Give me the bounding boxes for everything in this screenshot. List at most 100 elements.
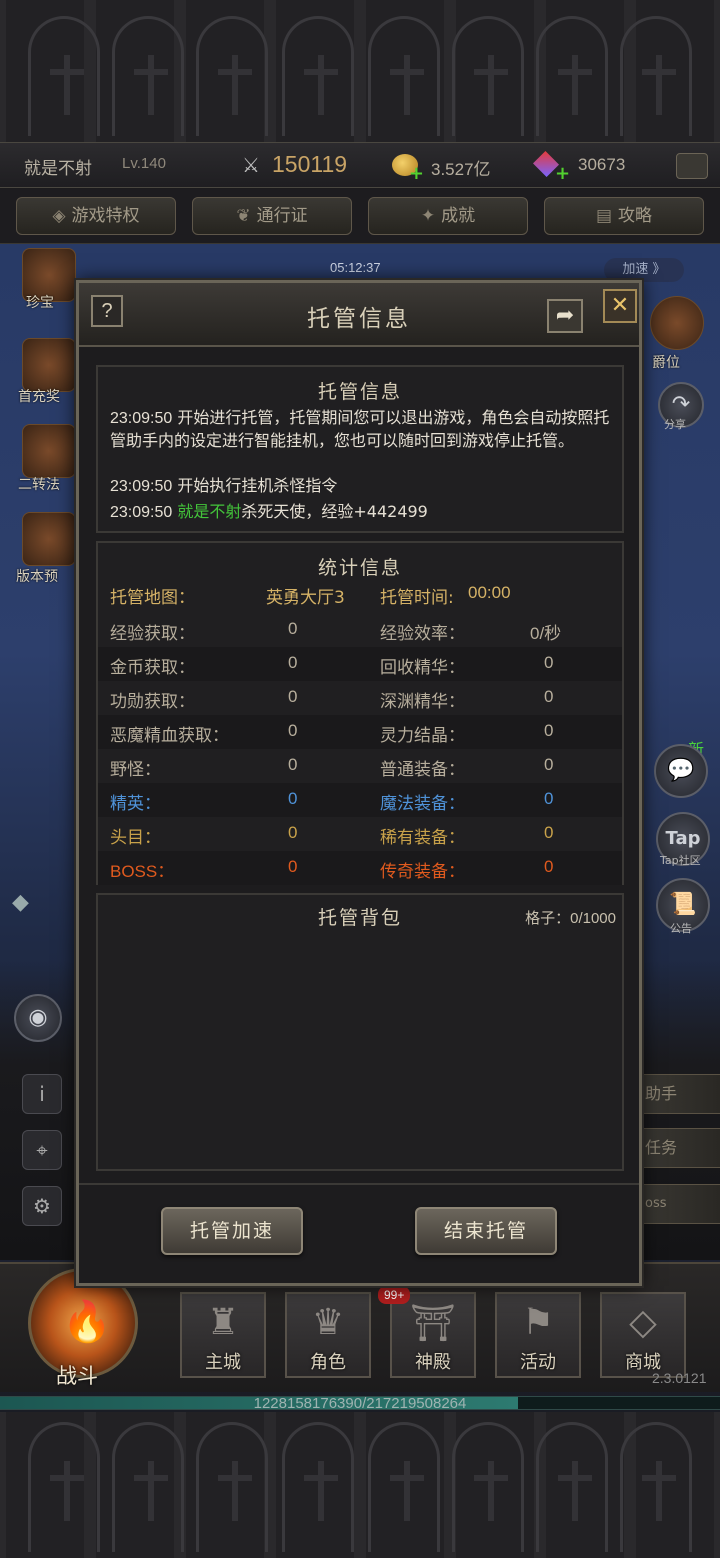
feature-menu: ◈ 游戏特权 ❦ 通行证 ✦ 成就 ▤ 攻略 [0, 189, 720, 244]
bag-capacity-value: 0/1000 [570, 910, 616, 927]
stat-label: 野怪： [110, 760, 161, 780]
right-tag-assistant[interactable]: 助手 [636, 1074, 720, 1114]
log-line: 23:09:50 开始进行托管，托管期间您可以退出游戏，角色会自动按照托管助手内… [110, 407, 615, 452]
log-line: 23:09:50 开始执行挂机杀怪指令 [110, 475, 615, 498]
arch-decor [112, 1422, 184, 1552]
stats-row-elite: 精英： 0 魔法装备： 0 [98, 783, 622, 817]
stat-value: 0 [544, 721, 554, 740]
stat-value: 0/秒 [530, 624, 562, 643]
flame-icon: 🔥 [62, 1299, 112, 1345]
map-label: 托管地图： [110, 588, 195, 608]
stat-label: 深渊精华： [380, 692, 465, 712]
player-name: 就是不射 [24, 159, 92, 179]
experience-bar: 1228158176390/217219508264 [0, 1395, 720, 1412]
tab-label: 攻略 [618, 206, 653, 226]
arch-decor [452, 1422, 524, 1552]
stat-value: 0 [544, 653, 554, 672]
speed-up-hosting-button[interactable]: 托管加速 [161, 1207, 303, 1255]
player-status-bar: 就是不射 Lv.140 ⚔ 150119 3.527亿 + 30673 [0, 142, 720, 188]
right-tag-boss[interactable]: oss [636, 1184, 720, 1224]
event-timer: 05:12:37 [330, 260, 381, 275]
speed-up-pill[interactable]: 加速 》 [604, 258, 684, 282]
stats-map-row: 托管地图： 英勇大厅3 托管时间: 00:00 [98, 577, 622, 611]
wings-icon: ❦ [236, 206, 251, 226]
version-number: 2.3.0121 [652, 1370, 707, 1386]
nav-character[interactable]: ♛ 角色 [285, 1292, 371, 1378]
diamond-icon: ◇ [629, 1302, 657, 1343]
dialog-header: ? 托管信息 ➦ ✕ [79, 283, 639, 347]
close-button[interactable]: ✕ [603, 289, 637, 323]
stat-value: 0 [288, 619, 298, 638]
arch-decor [452, 16, 524, 136]
gold-coin-add-icon[interactable] [392, 154, 424, 184]
castle-icon: ♜ [206, 1302, 240, 1343]
stat-value: 0 [544, 823, 554, 842]
nav-shop[interactable]: ◇ 商城 [600, 1292, 686, 1378]
stat-label: 经验效率： [380, 624, 465, 644]
nav-label: 活动 [520, 1352, 556, 1373]
stat-value: 0 [544, 687, 554, 706]
log-timestamp: 23:09:50 [110, 478, 173, 495]
gem-add-icon[interactable]: + [555, 163, 570, 184]
stats-row-boss: BOSS： 0 传奇装备： 0 [98, 851, 622, 885]
tab-guide[interactable]: ▤ 攻略 [544, 197, 704, 235]
nav-main-city[interactable]: ♜ 主城 [180, 1292, 266, 1378]
chat-bubble-icon[interactable] [676, 153, 708, 179]
arch-decor [28, 16, 100, 136]
right-tag-tasks[interactable]: 任务 [636, 1128, 720, 1168]
stat-value: 0 [544, 755, 554, 774]
arch-decor [368, 16, 440, 136]
stat-value: 0 [288, 721, 298, 740]
stats-row: 恶魔精血获取： 0 灵力结晶： 0 [98, 715, 622, 749]
stat-label: 传奇装备： [380, 862, 465, 882]
version-preview-label: 版本预 [16, 569, 58, 585]
announcement-label: 公告 [670, 922, 692, 935]
nav-temple[interactable]: ⛩ 神殿 [390, 1292, 476, 1378]
treasure-label: 珍宝 [26, 295, 54, 311]
stat-label: 魔法装备： [380, 794, 465, 814]
tab-label: 通行证 [256, 206, 308, 226]
background-top-wall [0, 0, 720, 142]
chat-icon[interactable]: 💬 [654, 744, 708, 798]
experience-text: 1228158176390/217219508264 [253, 1395, 467, 1412]
player-level: Lv.140 [122, 155, 166, 172]
battle-label: 战斗 [56, 1364, 98, 1388]
arch-decor [620, 1422, 692, 1552]
nav-label: 主城 [205, 1352, 241, 1373]
gem-amount: 30673 [578, 155, 626, 174]
info-icon[interactable]: i [22, 1074, 62, 1114]
stats-row: 金币获取： 0 回收精华： 0 [98, 647, 622, 681]
tab-battle-pass[interactable]: ❦ 通行证 [192, 197, 352, 235]
log-timestamp: 23:09:50 [110, 504, 173, 521]
stat-label: 经验获取： [110, 624, 195, 644]
stat-value: 0 [288, 857, 298, 876]
stat-label: 回收精华： [380, 658, 465, 678]
bag-capacity-label: 格子： [525, 909, 571, 927]
time-label: 托管时间: [380, 588, 454, 608]
nav-activities[interactable]: ⚑ 活动 [495, 1292, 581, 1378]
log-message: 开始进行托管，托管期间您可以退出游戏，角色会自动按照托管助手内的设定进行智能挂机… [110, 408, 610, 450]
version-preview-button[interactable] [22, 512, 76, 566]
peerage-button[interactable] [650, 296, 704, 350]
stats-title: 统计信息 [317, 557, 402, 579]
tab-achievements[interactable]: ✦ 成就 [368, 197, 528, 235]
settings-gear-icon[interactable]: ⚙ [22, 1186, 62, 1226]
log-message: 杀死天使，经验+442499 [241, 502, 428, 521]
first-recharge-button[interactable] [22, 338, 76, 392]
skill-orb-icon[interactable]: ◉ [14, 994, 62, 1042]
stat-value: 0 [544, 857, 554, 876]
stat-label: 灵力结晶： [380, 726, 465, 746]
gold-amount: 3.527亿 [431, 160, 491, 179]
location-pin-icon[interactable]: ⌖ [22, 1130, 62, 1170]
banner-icon: ⚑ [521, 1302, 555, 1343]
end-hosting-button[interactable]: 结束托管 [415, 1207, 557, 1255]
arch-decor [536, 16, 608, 136]
rebirth-button[interactable] [22, 424, 76, 478]
tab-game-privilege[interactable]: ◈ 游戏特权 [16, 197, 176, 235]
emblem-icon: ✦ [420, 206, 436, 226]
stat-label: 普通装备： [380, 760, 465, 780]
stat-label: 头目： [110, 828, 161, 848]
share-arrow-icon[interactable]: ➦ [547, 299, 583, 333]
expand-arrow-icon[interactable]: ◆ [12, 890, 29, 915]
bag-capacity: 格子：0/1000 [525, 907, 616, 928]
